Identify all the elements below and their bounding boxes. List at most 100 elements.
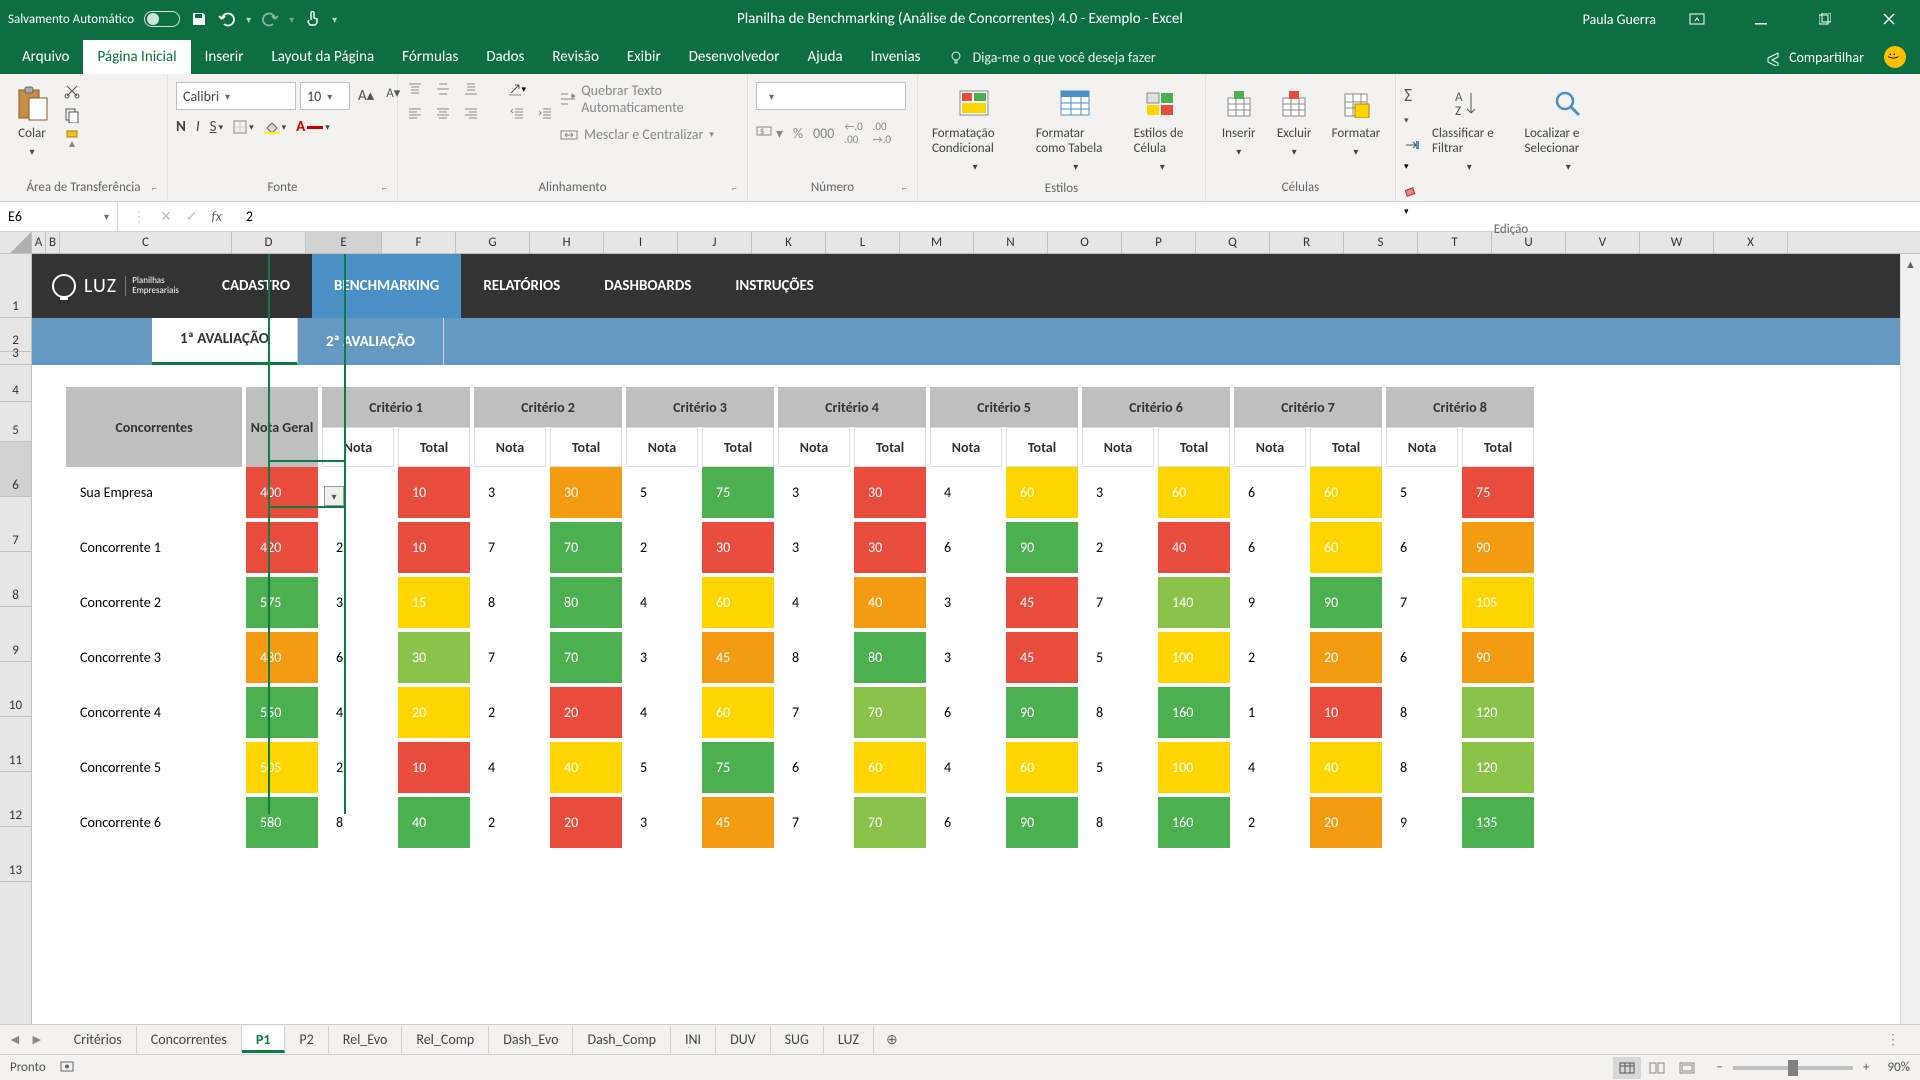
paste-button[interactable]: Colar ▾: [8, 82, 56, 162]
row-header[interactable]: 10: [0, 662, 31, 717]
nota-cell[interactable]: 8: [1082, 687, 1154, 742]
nota-cell[interactable]: 8: [1386, 687, 1458, 742]
decrease-decimal-icon[interactable]: .00→.0: [873, 120, 891, 146]
fx-icon[interactable]: fx: [211, 208, 221, 225]
nota-cell[interactable]: 8: [322, 797, 394, 852]
nota-cell[interactable]: 4: [930, 467, 1002, 522]
sheet-tab[interactable]: Rel_Evo: [329, 1026, 403, 1053]
nota-cell[interactable]: 6: [778, 742, 850, 797]
user-name[interactable]: Paula Guerra: [1583, 11, 1656, 28]
nota-cell[interactable]: 4: [778, 577, 850, 632]
tab-invenias[interactable]: Invenias: [857, 40, 935, 74]
sheet-tab[interactable]: SUG: [771, 1026, 824, 1053]
nota-cell[interactable]: 3: [778, 467, 850, 522]
ribbon-options-icon[interactable]: [1674, 0, 1720, 38]
tab-layout[interactable]: Layout da Página: [257, 40, 388, 74]
nota-cell[interactable]: 2: [1234, 797, 1306, 852]
dialog-launcher-icon[interactable]: ⌐: [732, 182, 737, 195]
row-header[interactable]: 1: [0, 254, 31, 318]
column-header[interactable]: C: [60, 232, 232, 253]
nota-cell[interactable]: 1: [1234, 687, 1306, 742]
nota-cell[interactable]: 9: [1386, 797, 1458, 852]
qa-custom-dropdown-icon[interactable]: ▾: [332, 13, 337, 26]
nota-cell[interactable]: 6: [1386, 522, 1458, 577]
autosave-toggle[interactable]: [144, 11, 180, 27]
column-header[interactable]: D: [232, 232, 306, 253]
column-header[interactable]: K: [752, 232, 826, 253]
dialog-launcher-icon[interactable]: ⌐: [382, 182, 387, 195]
row-header[interactable]: 12: [0, 772, 31, 827]
tell-me-search[interactable]: Diga-me o que você deseja fazer: [935, 41, 1752, 74]
subtab-avaliacao-1[interactable]: 1ª AVALIAÇÃO: [152, 318, 298, 365]
nota-cell[interactable]: 2: [1082, 522, 1154, 577]
row-header[interactable]: 11: [0, 717, 31, 772]
nota-cell[interactable]: 8: [1082, 797, 1154, 852]
sort-filter-button[interactable]: AZClassificar e Filtrar▾: [1426, 82, 1513, 177]
row-header[interactable]: 5: [0, 402, 31, 442]
sheet-tab[interactable]: Dash_Evo: [489, 1026, 573, 1053]
sheet-tab[interactable]: Rel_Comp: [402, 1026, 489, 1053]
format-cells-button[interactable]: Formatar▾: [1326, 82, 1387, 162]
tab-formulas[interactable]: Fórmulas: [388, 40, 472, 74]
nota-cell[interactable]: 8: [1386, 742, 1458, 797]
column-header[interactable]: J: [678, 232, 752, 253]
nota-cell[interactable]: 6: [1386, 632, 1458, 687]
page-layout-view-icon[interactable]: [1643, 1057, 1671, 1079]
nota-cell[interactable]: 6: [1234, 522, 1306, 577]
zoom-level[interactable]: 90%: [1888, 1060, 1910, 1075]
copy-icon[interactable]: [62, 106, 82, 124]
sheet-tab[interactable]: Dash_Comp: [573, 1026, 671, 1053]
wrap-text-button[interactable]: Quebrar Texto Automaticamente: [560, 82, 739, 116]
nav-benchmarking[interactable]: BENCHMARKING: [312, 254, 461, 318]
nota-cell[interactable]: 3: [930, 577, 1002, 632]
nota-cell[interactable]: 4: [626, 687, 698, 742]
nav-instrucoes[interactable]: INSTRUÇÕES: [713, 254, 835, 318]
nota-cell[interactable]: 5: [626, 467, 698, 522]
nota-cell[interactable]: 2: [1234, 632, 1306, 687]
nota-cell[interactable]: 3: [626, 632, 698, 687]
column-header[interactable]: I: [604, 232, 678, 253]
tab-arquivo[interactable]: Arquivo: [8, 40, 83, 74]
column-header[interactable]: P: [1122, 232, 1196, 253]
nota-cell[interactable]: 2: [322, 522, 394, 577]
row-header[interactable]: 7: [0, 497, 31, 552]
nota-cell[interactable]: 9: [1234, 577, 1306, 632]
zoom-in-button[interactable]: +: [1863, 1060, 1869, 1075]
nota-cell[interactable]: 6: [930, 522, 1002, 577]
maximize-icon[interactable]: [1802, 0, 1848, 38]
redo-icon[interactable]: [261, 10, 279, 28]
formula-input[interactable]: 2: [236, 208, 1920, 225]
sheet-nav-next-icon[interactable]: ►: [30, 1031, 44, 1048]
nota-cell[interactable]: 2: [626, 522, 698, 577]
accept-formula-icon[interactable]: ✓: [186, 208, 198, 225]
column-header[interactable]: W: [1640, 232, 1714, 253]
cells-area[interactable]: LUZ PlanilhasEmpresariais CADASTRO BENCH…: [32, 254, 1920, 1024]
font-color-button[interactable]: A▾: [296, 118, 330, 136]
dialog-launcher-icon[interactable]: ⌐: [902, 182, 907, 195]
column-header[interactable]: R: [1270, 232, 1344, 253]
cell-styles-button[interactable]: Estilos de Célula▾: [1128, 82, 1197, 177]
share-button[interactable]: Compartilhar: [1751, 41, 1878, 74]
row-header[interactable]: 9: [0, 607, 31, 662]
grip-icon[interactable]: ⋮: [132, 208, 146, 225]
nota-cell[interactable]: 4: [474, 742, 546, 797]
increase-decimal-icon[interactable]: ←.0.00: [844, 120, 862, 146]
find-select-button[interactable]: Localizar e Selecionar▾: [1519, 82, 1619, 177]
nota-cell[interactable]: 3: [930, 632, 1002, 687]
sheet-tab[interactable]: P1: [242, 1026, 286, 1053]
nota-cell[interactable]: 6: [1234, 467, 1306, 522]
zoom-out-button[interactable]: −: [1717, 1060, 1723, 1075]
italic-button[interactable]: I: [196, 118, 200, 136]
tab-options-icon[interactable]: ⋮: [1886, 1031, 1920, 1048]
nav-relatorios[interactable]: RELATÓRIOS: [461, 254, 582, 318]
subtab-avaliacao-2[interactable]: 2ª AVALIAÇÃO: [298, 318, 444, 365]
row-header[interactable]: 3: [0, 352, 31, 365]
merge-center-button[interactable]: Mesclar e Centralizar ▾: [560, 126, 739, 143]
macro-record-icon[interactable]: [60, 1059, 76, 1077]
nota-cell[interactable]: 6: [930, 687, 1002, 742]
orientation-icon[interactable]: ▾: [508, 82, 526, 96]
nota-cell[interactable]: 3: [322, 577, 394, 632]
bold-button[interactable]: N: [176, 118, 186, 136]
increase-font-icon[interactable]: A▴: [354, 82, 378, 110]
column-header[interactable]: E: [306, 232, 382, 253]
